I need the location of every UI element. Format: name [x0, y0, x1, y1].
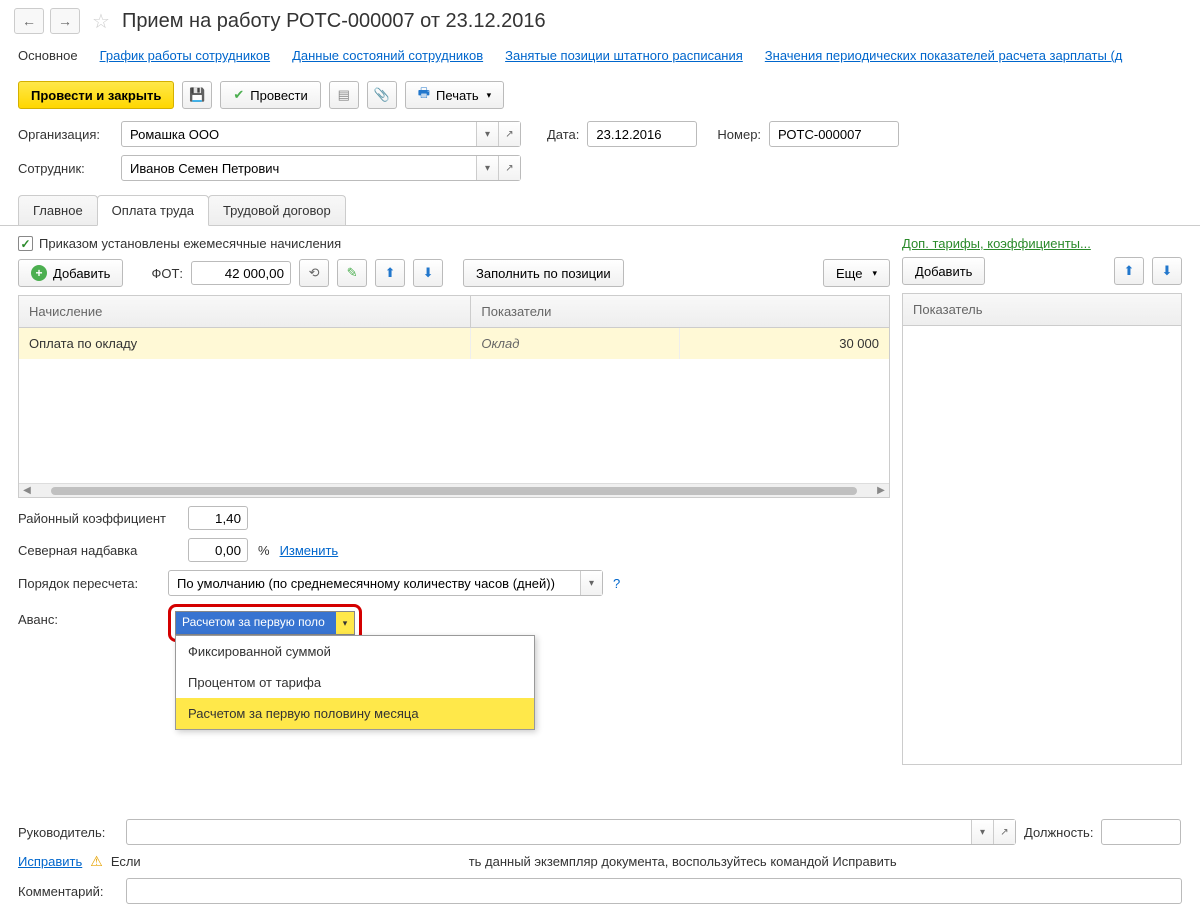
employee-open-button[interactable]: ↗ — [498, 156, 520, 180]
cell-indicator-value: 30 000 — [680, 328, 889, 359]
advance-option-calc[interactable]: Расчетом за первую половину месяца — [176, 698, 534, 729]
manager-dropdown-button[interactable]: ▾ — [971, 820, 993, 844]
fill-by-position-button[interactable]: Заполнить по позиции — [463, 259, 624, 287]
district-label: Районный коэффициент — [18, 511, 178, 526]
position-label: Должность: — [1024, 825, 1093, 840]
warning-icon: ⚠ — [90, 853, 103, 870]
structure-button[interactable]: ▤ — [329, 81, 359, 109]
employee-label: Сотрудник: — [18, 161, 113, 176]
district-input[interactable] — [188, 506, 248, 530]
arrow-down-icon: ⬇ — [1162, 263, 1173, 279]
save-button[interactable]: 💾 — [182, 81, 212, 109]
move-down-button-2[interactable]: ⬇ — [1152, 257, 1182, 285]
add-indicator-button[interactable]: Добавить — [902, 257, 985, 285]
advance-label: Аванс: — [18, 604, 158, 627]
document-icon: ▤ — [338, 87, 350, 103]
date-label: Дата: — [547, 127, 579, 142]
number-input[interactable] — [770, 122, 962, 146]
page-title: Прием на работу РОТС-000007 от 23.12.201… — [122, 10, 546, 33]
percent-label: % — [258, 543, 270, 558]
manager-input[interactable] — [127, 820, 971, 844]
extra-tariffs-link[interactable]: Доп. тарифы, коэффициенты... — [902, 236, 1182, 251]
edit-button[interactable]: ✎ — [337, 259, 367, 287]
post-and-close-button[interactable]: Провести и закрыть — [18, 81, 174, 109]
comment-input[interactable] — [127, 879, 1181, 903]
employee-dropdown-button[interactable]: ▾ — [476, 156, 498, 180]
advance-highlight: Расчетом за первую поло ▾ Фиксированной … — [168, 604, 362, 642]
attach-button[interactable]: 📎 — [367, 81, 397, 109]
advance-selected-value: Расчетом за первую поло — [176, 612, 336, 634]
refresh-button[interactable]: ⟲ — [299, 259, 329, 287]
org-open-button[interactable]: ↗ — [498, 122, 520, 146]
recalc-label: Порядок пересчета: — [18, 576, 158, 591]
post-button[interactable]: ✔Провести — [220, 81, 320, 109]
add-accrual-button[interactable]: +Добавить — [18, 259, 123, 287]
position-input[interactable] — [1102, 820, 1200, 844]
print-icon: 🖶 — [418, 84, 430, 106]
more-button[interactable]: Еще▾ — [823, 259, 890, 287]
recalc-dropdown-button[interactable]: ▾ — [580, 571, 602, 595]
col-indicators: Показатели — [471, 296, 889, 327]
number-label: Номер: — [717, 127, 761, 142]
accruals-table: Начисление Показатели Оплата по окладу О… — [18, 295, 890, 498]
employee-input[interactable] — [122, 156, 476, 180]
monthly-accruals-label: Приказом установлены ежемесячные начисле… — [39, 236, 341, 251]
plus-icon: + — [31, 265, 47, 281]
fot-input[interactable] — [191, 261, 291, 285]
north-label: Северная надбавка — [18, 543, 178, 558]
monthly-accruals-checkbox[interactable]: ✓ — [18, 236, 33, 251]
clip-icon: 📎 — [374, 87, 390, 103]
nav-positions[interactable]: Занятые позиции штатного расписания — [505, 48, 743, 63]
advance-dropdown[interactable]: Расчетом за первую поло ▾ — [175, 611, 355, 635]
comment-label: Комментарий: — [18, 884, 118, 899]
table-row[interactable]: Оплата по окладу Оклад 30 000 — [19, 328, 889, 359]
refresh-icon: ⟲ — [309, 265, 320, 281]
back-button[interactable]: ← — [14, 8, 44, 34]
print-button[interactable]: 🖶Печать▾ — [405, 81, 504, 109]
cell-indicator-name: Оклад — [471, 328, 680, 359]
manager-label: Руководитель: — [18, 825, 118, 840]
org-dropdown-button[interactable]: ▾ — [476, 122, 498, 146]
tab-contract[interactable]: Трудовой договор — [208, 195, 346, 225]
advance-option-fixed[interactable]: Фиксированной суммой — [176, 636, 534, 667]
move-down-button[interactable]: ⬇ — [413, 259, 443, 287]
scroll-left-icon: ◀ — [19, 485, 35, 496]
recalc-input[interactable] — [169, 571, 580, 595]
advance-option-percent[interactable]: Процентом от тарифа — [176, 667, 534, 698]
arrow-up-icon: ⬆ — [385, 265, 396, 281]
nav-states[interactable]: Данные состояний сотрудников — [292, 48, 483, 63]
advance-dropdown-list: Фиксированной суммой Процентом от тарифа… — [175, 635, 535, 730]
org-input[interactable] — [122, 122, 476, 146]
nav-schedule[interactable]: График работы сотрудников — [100, 48, 270, 63]
fix-link[interactable]: Исправить — [18, 854, 82, 869]
tab-main[interactable]: Главное — [18, 195, 98, 225]
fix-text-pre: Если — [111, 854, 141, 869]
post-icon: ✔ — [233, 87, 244, 103]
arrow-down-icon: ⬇ — [423, 265, 434, 281]
move-up-button[interactable]: ⬆ — [375, 259, 405, 287]
manager-open-button[interactable]: ↗ — [993, 820, 1015, 844]
star-icon[interactable]: ☆ — [92, 9, 110, 34]
col-indicator: Показатель — [903, 294, 1181, 325]
nav-values[interactable]: Значения периодических показателей расче… — [765, 48, 1123, 63]
pencil-icon: ✎ — [347, 265, 358, 281]
cell-accrual: Оплата по окладу — [19, 328, 471, 359]
forward-button[interactable]: → — [50, 8, 80, 34]
move-up-button-2[interactable]: ⬆ — [1114, 257, 1144, 285]
fix-text-post: ть данный экземпляр документа, воспользу… — [469, 854, 897, 869]
indicators-table: Показатель — [902, 293, 1182, 765]
nav-main[interactable]: Основное — [18, 48, 78, 63]
org-label: Организация: — [18, 127, 113, 142]
save-icon: 💾 — [189, 87, 205, 103]
help-icon[interactable]: ? — [613, 576, 620, 591]
change-link[interactable]: Изменить — [280, 543, 339, 558]
chevron-down-icon: ▾ — [336, 612, 354, 634]
horizontal-scrollbar[interactable]: ◀ ▶ — [19, 483, 889, 497]
north-input[interactable] — [188, 538, 248, 562]
col-accrual: Начисление — [19, 296, 471, 327]
scroll-right-icon: ▶ — [873, 485, 889, 496]
tab-payment[interactable]: Оплата труда — [97, 195, 209, 226]
fot-label: ФОТ: — [151, 266, 183, 281]
arrow-up-icon: ⬆ — [1124, 263, 1135, 279]
